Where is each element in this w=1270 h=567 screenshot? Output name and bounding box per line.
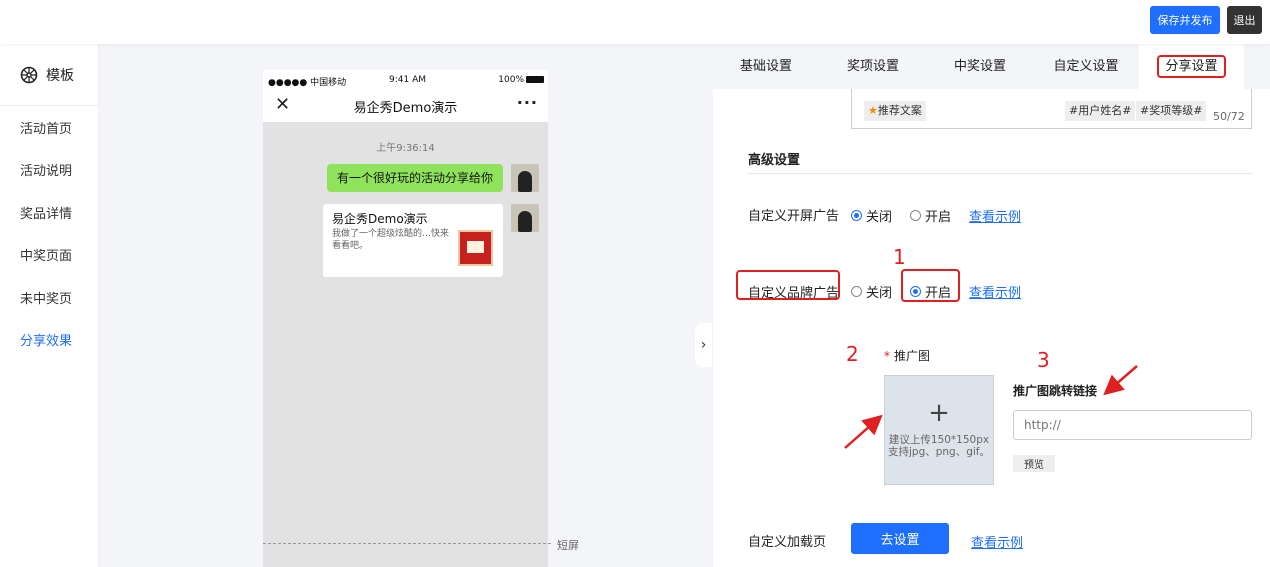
chat-message: 有一个很好玩的活动分享给你 bbox=[327, 164, 503, 192]
annotation-number-2: 2 bbox=[846, 342, 859, 366]
top-bar: 保存并发布 退出 bbox=[0, 0, 1270, 44]
more-icon: ··· bbox=[516, 93, 538, 112]
preview-area: ●●●●● 中国移动 9:41 AM 100% ✕ 易企秀Demo演示 ··· … bbox=[99, 44, 713, 567]
nav-item-activity-description[interactable]: 活动说明 bbox=[0, 149, 98, 192]
battery-icon bbox=[526, 76, 544, 83]
phone-preview: ●●●●● 中国移动 9:41 AM 100% ✕ 易企秀Demo演示 ··· … bbox=[263, 70, 548, 567]
char-counter: 50/72 bbox=[1213, 110, 1245, 123]
plus-icon: + bbox=[928, 398, 950, 428]
upload-hint: 建议上传150*150px 支持jpg、png、gif。 bbox=[887, 434, 990, 458]
tab-basic-settings[interactable]: 基础设置 bbox=[713, 44, 819, 89]
battery-indicator: 100% bbox=[498, 75, 544, 85]
user-name-tag[interactable]: #用户姓名# bbox=[1065, 101, 1136, 121]
carrier-text: ●●●●● 中国移动 bbox=[268, 78, 347, 88]
promo-link-label: 推广图跳转链接 bbox=[1013, 384, 1098, 398]
brand-ad-off-radio[interactable]: 关闭 bbox=[851, 282, 892, 301]
brand-ad-view-example-link[interactable]: 查看示例 bbox=[969, 282, 1021, 301]
go-settings-button[interactable]: 去设置 bbox=[851, 523, 949, 554]
splash-ad-on-radio[interactable]: 开启 bbox=[910, 206, 951, 225]
nav-item-share-effect[interactable]: 分享效果 bbox=[0, 319, 98, 362]
save-publish-button[interactable]: 保存并发布 bbox=[1150, 6, 1220, 34]
radio-checked-icon bbox=[910, 286, 921, 297]
radio-unchecked-icon bbox=[851, 286, 862, 297]
tab-award-settings[interactable]: 奖项设置 bbox=[819, 44, 927, 89]
chevron-right-icon: › bbox=[700, 337, 707, 353]
divider bbox=[748, 173, 1252, 174]
battery-text: 100% bbox=[498, 75, 524, 85]
radio-unchecked-icon bbox=[910, 210, 921, 221]
loading-page-label: 自定义加载页 bbox=[748, 535, 827, 550]
nav-item-not-winning-page[interactable]: 未中奖页 bbox=[0, 276, 98, 319]
splash-ad-off-radio[interactable]: 关闭 bbox=[851, 206, 892, 225]
annotation-number-3: 3 bbox=[1037, 348, 1050, 372]
loading-page-view-example-link[interactable]: 查看示例 bbox=[971, 532, 1023, 551]
splash-ad-label: 自定义开屏广告 bbox=[748, 209, 840, 224]
annotation-number-1: 1 bbox=[893, 245, 906, 269]
brand-ad-on-radio[interactable]: 开启 bbox=[910, 282, 951, 301]
settings-tabs: 基础设置 奖项设置 中奖设置 自定义设置 分享设置 bbox=[713, 44, 1270, 89]
nav-item-activity-home[interactable]: 活动首页 bbox=[0, 106, 98, 149]
phone-header: ●●●●● 中国移动 9:41 AM 100% ✕ 易企秀Demo演示 ··· bbox=[263, 70, 548, 122]
exit-button[interactable]: 退出 bbox=[1227, 6, 1262, 34]
settings-panel: 基础设置 奖项设置 中奖设置 自定义设置 分享设置 ★推荐文案 #用户姓名# #… bbox=[713, 44, 1270, 567]
promo-image-label: * 推广图 bbox=[884, 349, 931, 363]
status-time: 9:41 AM bbox=[389, 75, 426, 85]
template-nav-label: 模板 bbox=[46, 67, 74, 84]
share-card-title: 易企秀Demo演示 bbox=[332, 212, 428, 226]
phone-page-title: 易企秀Demo演示 bbox=[353, 101, 458, 116]
tab-custom-settings[interactable]: 自定义设置 bbox=[1033, 44, 1139, 89]
share-card-description: 我做了一个超级炫酷的…快来看看吧。 bbox=[332, 229, 450, 251]
chat-timestamp: 上午9:36:14 bbox=[376, 143, 435, 154]
share-card: 易企秀Demo演示 我做了一个超级炫酷的…快来看看吧。 bbox=[323, 204, 503, 277]
share-card-thumbnail bbox=[458, 230, 493, 266]
nav-item-winning-page[interactable]: 中奖页面 bbox=[0, 234, 98, 277]
required-icon: * bbox=[884, 349, 890, 363]
recommended-copy-tag[interactable]: ★推荐文案 bbox=[864, 101, 926, 121]
template-nav-header[interactable]: 模板 bbox=[0, 44, 98, 106]
radio-checked-icon bbox=[851, 210, 862, 221]
left-sidebar: 模板 活动首页 活动说明 奖品详情 中奖页面 未中奖页 分享效果 bbox=[0, 44, 99, 567]
promo-link-input[interactable] bbox=[1013, 410, 1252, 440]
nav-item-prize-details[interactable]: 奖品详情 bbox=[0, 191, 98, 234]
star-icon: ★ bbox=[868, 104, 878, 117]
short-screen-label: 短屏 bbox=[557, 539, 579, 552]
status-bar: ●●●●● 中国移动 9:41 AM 100% bbox=[263, 75, 548, 89]
award-level-tag[interactable]: #奖项等级# bbox=[1136, 101, 1207, 121]
short-screen-divider bbox=[263, 543, 551, 544]
avatar bbox=[511, 204, 539, 232]
phone-nav-bar: ✕ 易企秀Demo演示 ··· bbox=[263, 92, 548, 118]
avatar bbox=[511, 164, 539, 192]
template-icon bbox=[20, 66, 38, 83]
splash-ad-view-example-link[interactable]: 查看示例 bbox=[969, 206, 1021, 225]
tab-winning-settings[interactable]: 中奖设置 bbox=[927, 44, 1033, 89]
tab-share-settings[interactable]: 分享设置 bbox=[1139, 44, 1244, 89]
brand-ad-label: 自定义品牌广告 bbox=[748, 286, 840, 301]
advanced-settings-title: 高级设置 bbox=[748, 153, 801, 168]
collapse-panel-toggle[interactable]: › bbox=[695, 323, 712, 367]
preview-button[interactable]: 预览 bbox=[1013, 455, 1055, 472]
promo-image-upload[interactable]: + 建议上传150*150px 支持jpg、png、gif。 bbox=[884, 375, 994, 485]
